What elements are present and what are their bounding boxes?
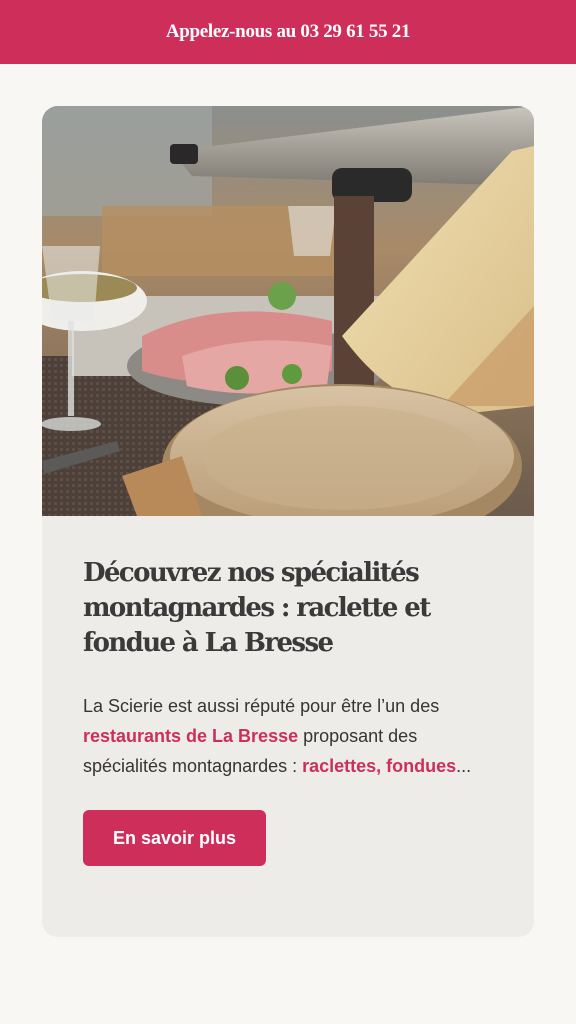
call-us-banner[interactable]: Appelez-nous au 03 29 61 55 21 xyxy=(0,0,576,64)
card-description: La Scierie est aussi réputé pour être l’… xyxy=(83,691,494,781)
description-text-1: La Scierie est aussi réputé pour être l’… xyxy=(83,696,440,716)
restaurants-link[interactable]: restaurants de La Bresse xyxy=(83,726,298,746)
card-title: Découvrez nos spécialités montagnardes :… xyxy=(83,558,431,658)
specialties-card: Découvrez nos spécialités montagnardes :… xyxy=(42,106,534,937)
call-us-text: Appelez-nous au 03 29 61 55 21 xyxy=(165,21,411,42)
raclette-photo xyxy=(42,106,534,516)
learn-more-button[interactable]: En savoir plus xyxy=(83,810,266,866)
description-ellipsis: ... xyxy=(456,756,472,776)
raclettes-fondues-link[interactable]: raclettes, fondues xyxy=(302,756,456,776)
card-content: Découvrez nos spécialités montagnardes :… xyxy=(42,516,534,866)
